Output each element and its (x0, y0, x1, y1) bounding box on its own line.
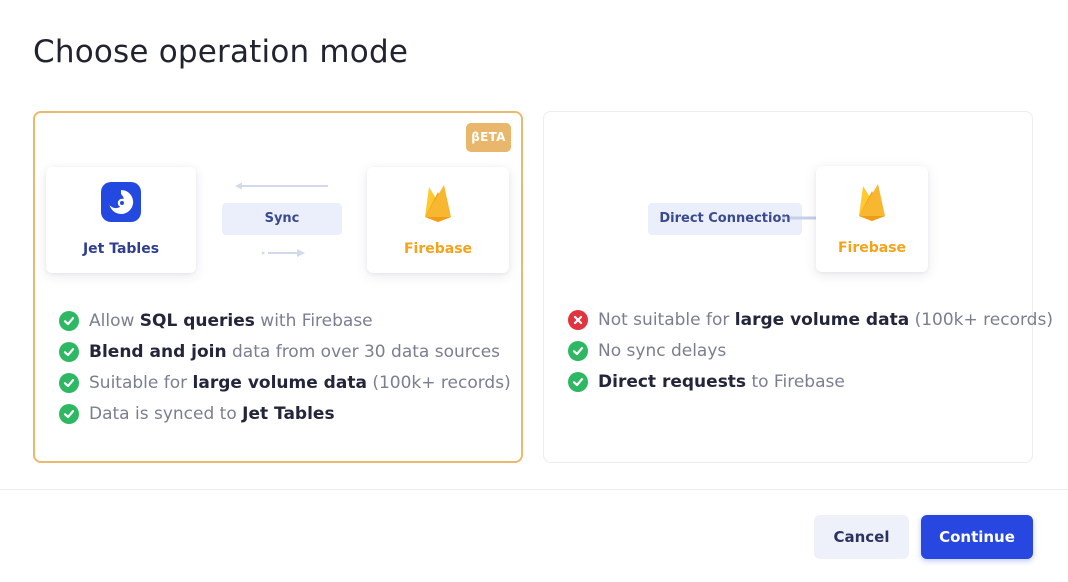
feature-text: No sync delays (598, 341, 726, 361)
feature-text-part: Not suitable for (598, 309, 735, 330)
feature-item: Blend and join data from over 30 data so… (59, 336, 511, 367)
feature-text-part: Suitable for (89, 372, 193, 393)
feature-text: Not suitable for large volume data (100k… (598, 310, 1053, 330)
feature-text-part: Allow (89, 310, 140, 331)
cancel-button[interactable]: Cancel (814, 515, 909, 559)
feature-text-part: data from over 30 data sources (226, 341, 501, 362)
feature-text: Blend and join data from over 30 data so… (89, 342, 500, 362)
feature-emphasis: Jet Tables (242, 403, 335, 424)
feature-item: Direct requests to Firebase (568, 366, 1053, 397)
direct-connection-chip: Direct Connection (648, 203, 802, 235)
firebase-logo-icon (417, 181, 459, 223)
arrow-right-icon (261, 249, 305, 257)
source-label: Jet Tables (82, 241, 160, 257)
feature-text: Direct requests to Firebase (598, 372, 845, 392)
mode-card-sync[interactable]: βETA Jet Tables Sync Firebase Allow SQL … (33, 111, 523, 463)
check-icon (568, 340, 588, 361)
target-label: Firebase (403, 241, 473, 257)
feature-text-part: with Firebase (254, 310, 373, 331)
target-label: Firebase (837, 240, 907, 256)
feature-emphasis: large volume data (192, 372, 367, 393)
check-icon (59, 372, 79, 393)
feature-text-part: to Firebase (746, 371, 845, 392)
jet-tables-logo-icon (100, 181, 142, 223)
target-node-firebase: Firebase (816, 166, 928, 272)
feature-item: Allow SQL queries with Firebase (59, 305, 511, 336)
check-icon (59, 341, 79, 362)
dialog-title: Choose operation mode (33, 34, 409, 70)
feature-list: Allow SQL queries with Firebase Blend and… (59, 305, 511, 429)
target-node-firebase: Firebase (367, 167, 509, 273)
feature-list: Not suitable for large volume data (100k… (568, 304, 1053, 397)
beta-badge: βETA (466, 123, 511, 152)
feature-item: Data is synced to Jet Tables (59, 398, 511, 429)
feature-emphasis: Blend and join (89, 341, 227, 362)
feature-text-part: No sync delays (598, 340, 727, 361)
firebase-logo-icon (851, 180, 893, 222)
feature-text-part: (100k+ records) (366, 372, 511, 393)
feature-text: Suitable for large volume data (100k+ re… (89, 373, 511, 393)
feature-item: Not suitable for large volume data (100k… (568, 304, 1053, 335)
feature-item: Suitable for large volume data (100k+ re… (59, 367, 511, 398)
feature-text: Data is synced to Jet Tables (89, 404, 335, 424)
cross-icon (568, 309, 588, 330)
feature-text-part: Data is synced to (89, 403, 243, 424)
feature-emphasis: Direct requests (598, 371, 747, 392)
source-node-jet-tables: Jet Tables (46, 167, 196, 273)
feature-emphasis: SQL queries (139, 310, 255, 331)
feature-text: Allow SQL queries with Firebase (89, 311, 373, 331)
continue-button[interactable]: Continue (921, 515, 1033, 559)
feature-item: No sync delays (568, 335, 1053, 366)
check-icon (59, 403, 79, 424)
mode-card-direct[interactable]: Direct Connection Firebase Not suitable … (543, 111, 1053, 463)
feature-emphasis: large volume data (734, 309, 910, 330)
sync-chip: Sync (222, 203, 342, 235)
feature-text-part: (100k+ records) (909, 309, 1053, 330)
arrow-left-icon (235, 182, 328, 190)
check-icon (59, 310, 79, 331)
check-icon (568, 371, 588, 392)
footer-divider (0, 489, 1068, 490)
